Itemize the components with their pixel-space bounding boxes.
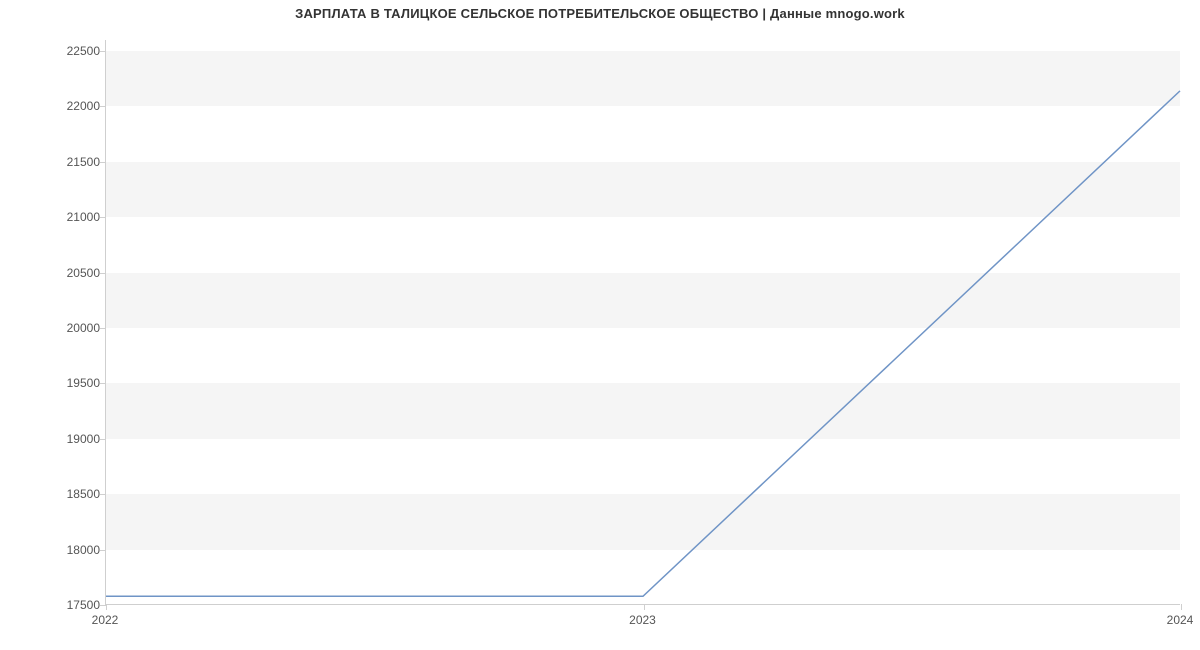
y-tick-label: 18500 (40, 487, 100, 501)
y-tick (100, 550, 106, 551)
x-tick (1181, 604, 1182, 610)
x-tick (106, 604, 107, 610)
y-tick (100, 106, 106, 107)
y-tick-label: 22500 (40, 44, 100, 58)
x-tick-label: 2024 (1167, 613, 1194, 627)
y-tick (100, 217, 106, 218)
y-tick (100, 328, 106, 329)
y-tick-label: 20000 (40, 321, 100, 335)
y-tick-label: 21000 (40, 210, 100, 224)
x-tick-label: 2022 (92, 613, 119, 627)
y-tick-label: 19500 (40, 376, 100, 390)
line-layer (106, 40, 1180, 604)
y-tick-label: 17500 (40, 598, 100, 612)
x-tick (644, 604, 645, 610)
salary-line-chart: ЗАРПЛАТА В ТАЛИЦКОЕ СЕЛЬСКОЕ ПОТРЕБИТЕЛЬ… (0, 0, 1200, 650)
plot-area (105, 40, 1180, 605)
y-tick-label: 19000 (40, 432, 100, 446)
y-tick (100, 383, 106, 384)
y-tick (100, 494, 106, 495)
y-tick (100, 162, 106, 163)
x-tick-label: 2023 (629, 613, 656, 627)
y-tick-label: 20500 (40, 266, 100, 280)
y-tick (100, 51, 106, 52)
y-tick-label: 21500 (40, 155, 100, 169)
y-tick (100, 439, 106, 440)
y-tick-label: 22000 (40, 99, 100, 113)
data-line (106, 91, 1180, 596)
chart-title: ЗАРПЛАТА В ТАЛИЦКОЕ СЕЛЬСКОЕ ПОТРЕБИТЕЛЬ… (0, 6, 1200, 21)
y-tick-label: 18000 (40, 543, 100, 557)
y-tick (100, 273, 106, 274)
